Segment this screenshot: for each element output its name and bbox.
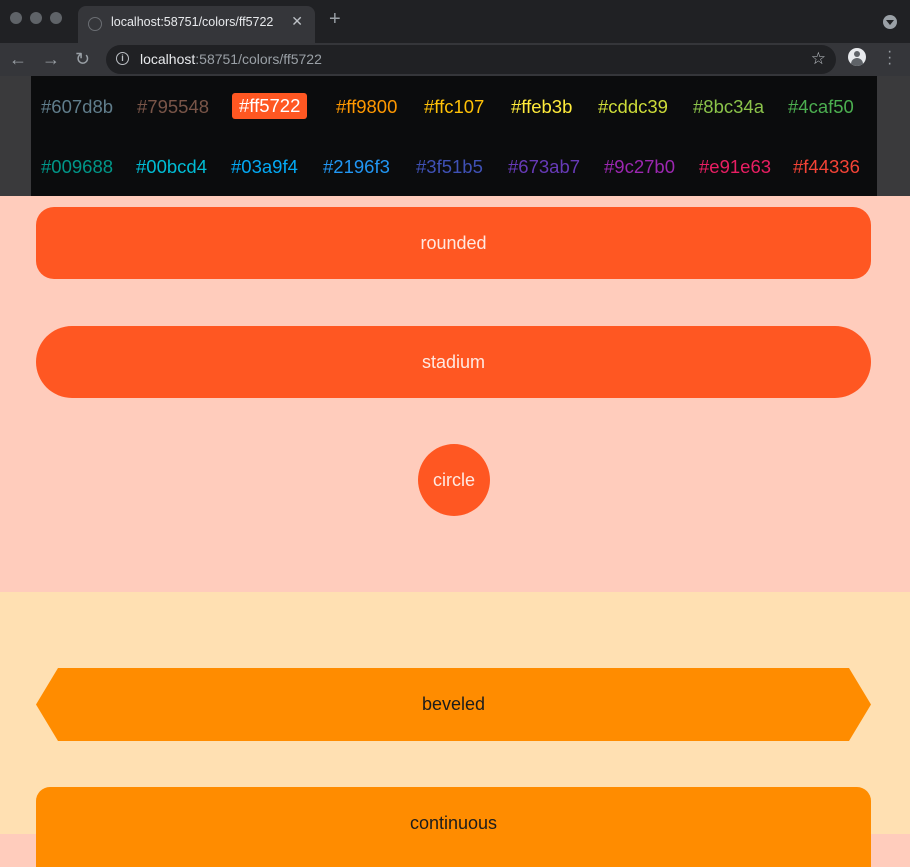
reload-icon[interactable]: ↻ xyxy=(75,47,90,71)
beveled-button[interactable]: beveled xyxy=(36,668,871,741)
more-menu-icon[interactable]: · · · xyxy=(887,44,892,72)
shape-section-secondary: beveled continuous xyxy=(0,592,910,867)
continuous-button[interactable]: continuous xyxy=(36,787,871,867)
tab-search-icon[interactable] xyxy=(883,15,897,29)
forward-arrow-icon[interactable]: → xyxy=(42,47,60,71)
browser-tab-strip: localhost:58751/colors/ff5722 ✕ + xyxy=(0,0,910,43)
new-tab-button[interactable]: + xyxy=(329,8,341,31)
avatar-body xyxy=(851,58,863,66)
color-swatch-3f51b5[interactable]: #3f51b5 xyxy=(416,154,483,180)
color-swatch-4caf50[interactable]: #4caf50 xyxy=(788,94,854,120)
url-text[interactable]: localhost:58751/colors/ff5722 xyxy=(140,51,322,67)
color-swatch-8bc34a[interactable]: #8bc34a xyxy=(693,94,764,120)
stadium-button[interactable]: stadium xyxy=(36,326,871,398)
color-swatch-607d8b[interactable]: #607d8b xyxy=(41,94,113,120)
color-swatch-795548[interactable]: #795548 xyxy=(137,94,209,120)
url-host: localhost xyxy=(140,51,196,67)
color-swatch-ff9800[interactable]: #ff9800 xyxy=(336,94,397,120)
info-icon[interactable]: i xyxy=(116,52,129,65)
shape-section-primary: rounded stadium circle xyxy=(0,196,910,592)
color-swatch-673ab7[interactable]: #673ab7 xyxy=(508,154,580,180)
color-swatch-03a9f4[interactable]: #03a9f4 xyxy=(231,154,298,180)
rounded-button[interactable]: rounded xyxy=(36,207,871,279)
color-swatch-2196f3[interactable]: #2196f3 xyxy=(323,154,390,180)
color-swatch-ffeb3b[interactable]: #ffeb3b xyxy=(511,94,572,120)
color-swatch-009688[interactable]: #009688 xyxy=(41,154,113,180)
url-path: :58751/colors/ff5722 xyxy=(195,51,322,67)
color-swatch-ff5722[interactable]: #ff5722 xyxy=(232,93,308,119)
circle-button[interactable]: circle xyxy=(418,444,490,516)
color-swatch-e91e63[interactable]: #e91e63 xyxy=(699,154,771,180)
window-maximize-control[interactable] xyxy=(50,12,62,24)
bookmark-star-icon[interactable]: ☆ xyxy=(811,49,826,69)
palette-bar: #607d8b #795548 #ff5722 #ff9800 #ffc107 … xyxy=(0,76,910,196)
back-arrow-icon[interactable]: ← xyxy=(9,47,27,71)
plus-icon: + xyxy=(329,8,341,30)
color-swatch-cddc39[interactable]: #cddc39 xyxy=(598,94,668,120)
color-swatch-9c27b0[interactable]: #9c27b0 xyxy=(604,154,675,180)
browser-toolbar: ← → ↻ i localhost:58751/colors/ff5722 ☆ … xyxy=(0,43,910,76)
color-swatch-f44336[interactable]: #f44336 xyxy=(793,154,860,180)
window-minimize-control[interactable] xyxy=(30,12,42,24)
color-palette: #607d8b #795548 #ff5722 #ff9800 #ffc107 … xyxy=(31,76,877,196)
color-swatch-00bcd4[interactable]: #00bcd4 xyxy=(136,154,207,180)
address-bar[interactable]: i localhost:58751/colors/ff5722 ☆ xyxy=(106,45,836,74)
profile-avatar-icon[interactable] xyxy=(848,48,866,66)
globe-icon xyxy=(88,17,102,31)
color-swatch-ffc107[interactable]: #ffc107 xyxy=(424,94,484,120)
browser-tab[interactable]: localhost:58751/colors/ff5722 ✕ xyxy=(78,6,315,43)
close-icon[interactable]: ✕ xyxy=(291,13,303,30)
avatar-head xyxy=(854,51,860,57)
tab-title: localhost:58751/colors/ff5722 xyxy=(111,15,274,29)
window-close-control[interactable] xyxy=(10,12,22,24)
